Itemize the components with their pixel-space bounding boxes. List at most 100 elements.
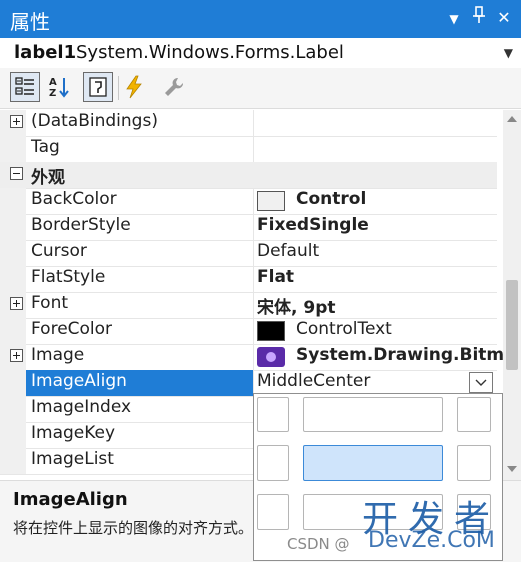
lightning-icon: [126, 75, 142, 99]
auto-hide-pin-button[interactable]: [468, 6, 490, 30]
property-row-forecolor[interactable]: ForeColor ControlText: [0, 318, 497, 345]
property-name: ImageList: [31, 449, 114, 469]
property-value[interactable]: Control: [296, 189, 366, 209]
properties-icon: [89, 77, 107, 97]
property-name: ForeColor: [31, 319, 113, 339]
categorized-button[interactable]: [10, 72, 40, 102]
close-icon: ✕: [497, 8, 511, 27]
property-name: Cursor: [31, 241, 87, 261]
scroll-down-arrow-icon[interactable]: [507, 466, 517, 472]
align-top-right[interactable]: [457, 397, 491, 432]
site-watermark-url: DevZe.CoM: [368, 528, 495, 553]
property-value[interactable]: Flat: [257, 267, 294, 287]
title-bar: 属性 ▼ ✕: [0, 0, 521, 38]
column-divider: [253, 188, 254, 214]
svg-text:A: A: [49, 77, 57, 88]
property-name: Image: [31, 345, 85, 365]
column-divider: [253, 318, 254, 344]
pin-icon: [473, 6, 485, 23]
property-name: ImageKey: [31, 423, 116, 443]
row-gutter: [0, 136, 26, 162]
object-type: System.Windows.Forms.Label: [76, 42, 344, 63]
property-row-borderstyle[interactable]: BorderStyle FixedSingle: [0, 214, 497, 241]
column-divider: [253, 266, 254, 292]
property-row-backcolor[interactable]: BackColor Control: [0, 188, 497, 215]
property-name: (DataBindings): [31, 111, 158, 131]
property-row-cursor[interactable]: Cursor Default: [0, 240, 497, 267]
column-divider: [253, 214, 254, 240]
description-title: ImageAlign: [13, 489, 128, 510]
collapse-icon[interactable]: [10, 167, 23, 180]
dropdown-button[interactable]: [469, 372, 493, 393]
chevron-down-icon: [475, 379, 487, 386]
row-gutter: [0, 396, 26, 422]
property-name: ImageIndex: [31, 397, 132, 417]
row-gutter: [0, 370, 26, 396]
chevron-down-icon[interactable]: ▼: [504, 46, 513, 60]
column-divider: [253, 136, 254, 162]
column-divider: [253, 110, 254, 136]
property-pages-button[interactable]: [159, 72, 189, 102]
description-text: 将在控件上显示的图像的对齐方式。: [13, 519, 254, 537]
expand-icon[interactable]: [10, 297, 23, 310]
column-divider: [253, 240, 254, 266]
column-divider: [253, 292, 254, 318]
window-title: 属性: [10, 10, 50, 34]
object-selector[interactable]: label1 System.Windows.Forms.Label ▼: [0, 38, 521, 69]
align-middle-center[interactable]: [303, 445, 443, 481]
row-gutter: [0, 188, 26, 214]
property-value[interactable]: FixedSingle: [257, 215, 369, 235]
row-gutter: [0, 240, 26, 266]
vertical-scrollbar[interactable]: [503, 110, 521, 480]
color-swatch: [257, 191, 285, 211]
expand-icon[interactable]: [10, 115, 23, 128]
color-swatch: [257, 321, 285, 341]
align-bottom-left[interactable]: [257, 494, 289, 530]
window-position-dropdown[interactable]: ▼: [443, 6, 465, 30]
wrench-icon: [165, 77, 184, 96]
events-button[interactable]: [119, 72, 149, 102]
categorized-icon: [15, 77, 34, 95]
property-value[interactable]: Default: [257, 241, 319, 261]
category-name: 外观: [31, 168, 65, 188]
property-name: FlatStyle: [31, 267, 106, 287]
property-row-tag[interactable]: Tag: [0, 136, 497, 163]
property-toolbar: A Z: [0, 68, 521, 109]
column-divider: [253, 344, 254, 370]
property-name: BorderStyle: [31, 215, 131, 235]
property-row-image[interactable]: Image System.Drawing.Bitma: [0, 344, 503, 371]
property-name: BackColor: [31, 189, 117, 209]
property-value[interactable]: 宋体, 9pt: [257, 293, 336, 318]
csdn-watermark: CSDN @: [287, 535, 350, 553]
row-gutter: [0, 214, 26, 240]
alphabetical-button[interactable]: A Z: [44, 72, 74, 102]
dropdown-arrow-icon: ▼: [449, 12, 459, 26]
align-middle-left[interactable]: [257, 445, 289, 481]
close-button[interactable]: ✕: [493, 6, 515, 30]
property-value[interactable]: ControlText: [296, 319, 392, 339]
scroll-up-arrow-icon[interactable]: [507, 116, 517, 122]
row-gutter: [0, 266, 26, 292]
row-gutter: [0, 422, 26, 448]
image-thumbnail-icon: [257, 347, 285, 367]
property-row-flatstyle[interactable]: FlatStyle Flat: [0, 266, 497, 293]
align-top-center[interactable]: [303, 397, 443, 432]
property-value[interactable]: MiddleCenter: [257, 371, 370, 391]
sort-alphabetical-icon: A Z: [49, 77, 69, 99]
align-top-left[interactable]: [257, 397, 289, 432]
property-row-font[interactable]: Font 宋体, 9pt: [0, 292, 497, 319]
property-name: Font: [31, 293, 69, 313]
properties-button[interactable]: [83, 72, 113, 102]
expand-icon[interactable]: [10, 349, 23, 362]
property-row-databindings[interactable]: (DataBindings): [0, 110, 497, 137]
svg-text:Z: Z: [49, 88, 56, 99]
property-name: ImageAlign: [31, 371, 127, 391]
scroll-thumb[interactable]: [506, 280, 518, 370]
align-middle-right[interactable]: [457, 445, 491, 481]
category-row-appearance[interactable]: 外观: [0, 162, 497, 189]
property-name: Tag: [31, 137, 60, 157]
object-name: label1: [14, 42, 77, 63]
property-value[interactable]: System.Drawing.Bitma: [296, 345, 503, 365]
row-gutter: [0, 318, 26, 344]
row-gutter: [0, 448, 26, 474]
